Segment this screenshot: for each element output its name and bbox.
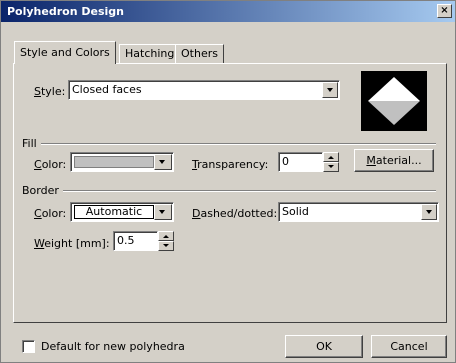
title-bar[interactable]: Polyhedron Design × [1, 1, 455, 22]
chevron-down-icon[interactable] [154, 154, 172, 170]
spin-down-icon[interactable] [158, 241, 174, 251]
fill-divider [41, 143, 436, 145]
dashed-dotted-value: Solid [282, 205, 309, 218]
default-checkbox-label: Default for new polyhedra [41, 340, 185, 353]
border-group-label: Border [22, 184, 59, 197]
border-divider [63, 190, 436, 192]
style-label: Style: [34, 85, 66, 98]
weight-value: 0.5 [117, 234, 135, 247]
border-color-label: Color: [34, 207, 67, 220]
cancel-label: Cancel [390, 340, 428, 353]
transparency-label: Transparency: [192, 158, 269, 171]
spin-up-icon[interactable] [158, 231, 174, 241]
weight-spinner[interactable] [158, 231, 174, 251]
transparency-input[interactable]: 0 [278, 152, 323, 172]
close-icon: × [440, 5, 449, 16]
transparency-value: 0 [282, 155, 289, 168]
spin-down-icon[interactable] [323, 162, 339, 172]
spin-up-icon[interactable] [323, 152, 339, 162]
ok-button[interactable]: OK [285, 335, 363, 358]
weight-label: Weight [mm]: [34, 237, 110, 250]
weight-input[interactable]: 0.5 [113, 231, 158, 251]
cancel-button[interactable]: Cancel [371, 335, 447, 358]
border-color-value: Automatic [85, 205, 143, 218]
polyhedron-design-dialog: Polyhedron Design × Style and Colors Hat… [0, 0, 456, 363]
fill-color-picker[interactable] [70, 152, 174, 172]
transparency-spinner[interactable] [323, 152, 339, 172]
border-color-picker[interactable]: Automatic [70, 202, 174, 222]
polyhedron-preview-icon [368, 77, 420, 125]
tab-label: Style and Colors [20, 46, 110, 59]
tab-hatching[interactable]: Hatching [119, 44, 181, 63]
chevron-down-icon[interactable] [154, 204, 172, 220]
dashed-dotted-combobox[interactable]: Solid [278, 202, 439, 222]
material-button[interactable]: Material... [354, 149, 434, 172]
border-color-swatch: Automatic [74, 205, 154, 219]
dashed-dotted-label: Dashed/dotted: [192, 207, 278, 220]
style-value: Closed faces [72, 83, 142, 96]
default-checkbox[interactable] [22, 340, 35, 353]
fill-color-label: Color: [34, 158, 67, 171]
ok-label: OK [316, 340, 332, 353]
chevron-down-icon[interactable] [322, 82, 338, 98]
polyhedron-preview [361, 71, 427, 131]
tab-style-and-colors[interactable]: Style and Colors [14, 41, 116, 64]
close-button[interactable]: × [437, 4, 452, 18]
fill-color-swatch [74, 156, 154, 168]
chevron-down-icon[interactable] [421, 204, 437, 220]
window-title: Polyhedron Design [7, 5, 124, 18]
fill-group-label: Fill [22, 137, 37, 150]
style-combobox[interactable]: Closed faces [68, 80, 340, 100]
tab-others[interactable]: Others [175, 44, 224, 63]
tab-label: Hatching [125, 47, 175, 60]
tab-label: Others [181, 47, 218, 60]
